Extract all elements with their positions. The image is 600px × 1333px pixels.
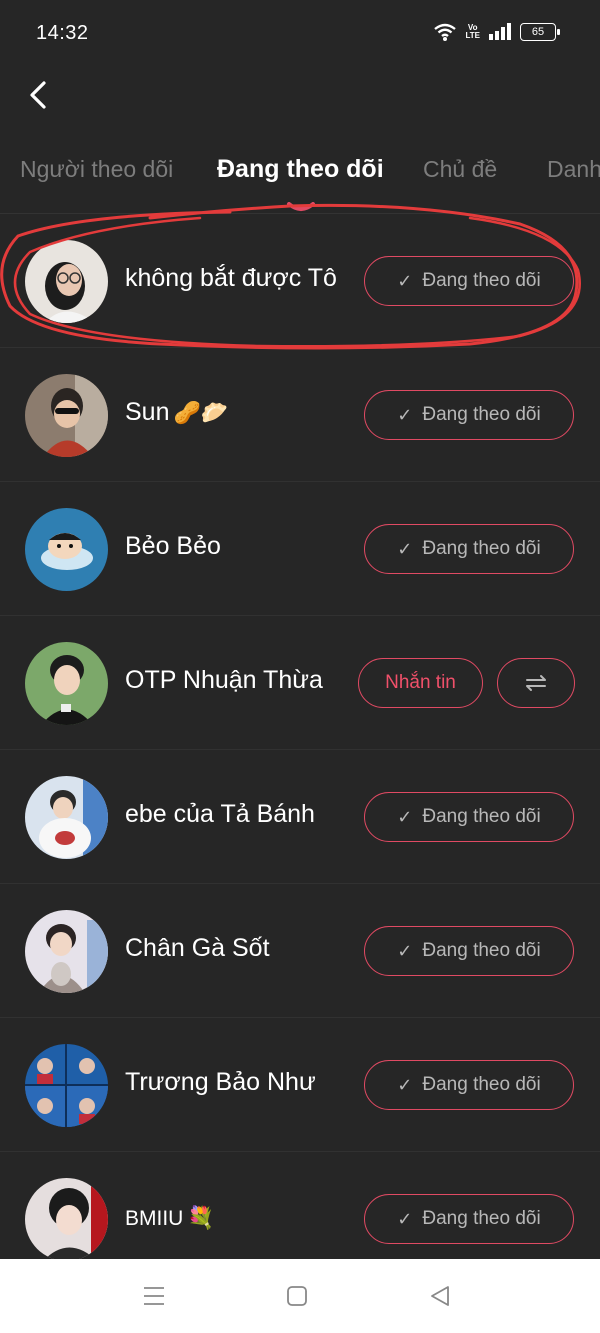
list-item[interactable]: Bẻo Bẻo ✓ Đang theo dõi <box>0 482 600 616</box>
list-item[interactable]: Chân Gà Sốt ✓ Đang theo dõi <box>0 884 600 1018</box>
following-button[interactable]: ✓ Đang theo dõi <box>364 926 574 976</box>
following-button[interactable]: ✓ Đang theo dõi <box>364 1194 574 1244</box>
avatar[interactable] <box>25 776 108 859</box>
triangle-back-icon <box>431 1286 449 1306</box>
system-nav-bar <box>0 1259 600 1333</box>
username[interactable]: không bắt được Tô <box>125 264 337 293</box>
check-icon: ✓ <box>397 1208 413 1229</box>
square-icon <box>287 1286 307 1306</box>
avatar[interactable] <box>25 240 108 323</box>
username[interactable]: Chân Gà Sốt <box>125 934 270 963</box>
following-list: không bắt được Tô ✓ Đang theo dõi Sun 🥜🥟 … <box>0 214 600 1286</box>
username-emoji: 💐 <box>187 1205 215 1230</box>
check-icon: ✓ <box>397 538 413 559</box>
following-button-label: Đang theo dõi <box>422 404 541 425</box>
following-button-label: Đang theo dõi <box>422 806 541 827</box>
avatar[interactable] <box>25 508 108 591</box>
back-button[interactable] <box>22 78 54 112</box>
tab-lists[interactable]: Danh <box>547 156 600 183</box>
list-item[interactable]: ebe của Tả Bánh ✓ Đang theo dõi <box>0 750 600 884</box>
active-tab-indicator <box>287 202 315 211</box>
swap-arrows-icon <box>526 675 546 691</box>
volte-bottom-label: LTE <box>465 31 480 40</box>
username[interactable]: ebe của Tả Bánh <box>125 800 315 829</box>
volte-icon: Vo LTE <box>465 24 480 40</box>
battery-level: 65 <box>531 26 545 38</box>
following-button[interactable]: ✓ Đang theo dõi <box>364 524 574 574</box>
following-button-label: Đang theo dõi <box>422 538 541 559</box>
avatar[interactable] <box>25 642 108 725</box>
following-button-label: Đang theo dõi <box>422 270 541 291</box>
username[interactable]: Bẻo Bẻo <box>125 532 221 561</box>
status-bar: 14:32 Vo LTE 65 <box>0 0 600 68</box>
following-button-label: Đang theo dõi <box>422 940 541 961</box>
following-button[interactable]: ✓ Đang theo dõi <box>364 256 574 306</box>
tab-topics[interactable]: Chủ đề <box>423 156 497 183</box>
following-button[interactable]: ✓ Đang theo dõi <box>364 390 574 440</box>
list-item[interactable]: OTP Nhuận Thừa Nhắn tin <box>0 616 600 750</box>
message-button[interactable]: Nhắn tin <box>358 658 483 708</box>
recent-apps-button[interactable] <box>139 1281 169 1311</box>
avatar[interactable] <box>25 910 108 993</box>
tab-following[interactable]: Đang theo dõi <box>217 155 384 184</box>
wifi-icon <box>434 23 457 41</box>
username-text: Sun <box>125 398 170 426</box>
check-icon: ✓ <box>397 806 413 827</box>
avatar[interactable] <box>25 374 108 457</box>
list-item[interactable]: Sun 🥜🥟 ✓ Đang theo dõi <box>0 348 600 482</box>
status-time: 14:32 <box>36 22 89 44</box>
avatar[interactable] <box>25 1044 108 1127</box>
check-icon: ✓ <box>397 404 413 425</box>
username[interactable]: OTP Nhuận Thừa <box>125 666 323 695</box>
status-icons: Vo LTE 65 <box>433 22 560 42</box>
battery-icon: 65 <box>520 23 560 41</box>
username[interactable]: BMIIU 💐 <box>125 1205 215 1231</box>
username-emoji: 🥜🥟 <box>173 400 229 425</box>
following-button[interactable]: ✓ Đang theo dõi <box>364 792 574 842</box>
check-icon: ✓ <box>397 940 413 961</box>
chevron-left-icon <box>30 81 46 109</box>
avatar[interactable] <box>25 1178 108 1261</box>
check-icon: ✓ <box>397 270 413 291</box>
check-icon: ✓ <box>397 1074 413 1095</box>
tab-followers[interactable]: Người theo dõi <box>20 156 173 183</box>
username[interactable]: Trương Bảo Như <box>125 1068 316 1097</box>
username[interactable]: Sun 🥜🥟 <box>125 398 228 427</box>
username-text: BMIIU <box>125 1207 184 1230</box>
mutual-follow-button[interactable] <box>497 658 575 708</box>
signal-icon <box>489 23 511 40</box>
following-button-label: Đang theo dõi <box>422 1074 541 1095</box>
list-item[interactable]: không bắt được Tô ✓ Đang theo dõi <box>0 214 600 348</box>
menu-icon <box>144 1287 164 1305</box>
following-button-label: Đang theo dõi <box>422 1208 541 1229</box>
list-item[interactable]: Trương Bảo Như ✓ Đang theo dõi <box>0 1018 600 1152</box>
tab-bar: Người theo dõi Đang theo dõi Chủ đề Danh <box>0 150 600 211</box>
following-button[interactable]: ✓ Đang theo dõi <box>364 1060 574 1110</box>
home-button[interactable] <box>282 1281 312 1311</box>
back-nav-button[interactable] <box>425 1281 455 1311</box>
